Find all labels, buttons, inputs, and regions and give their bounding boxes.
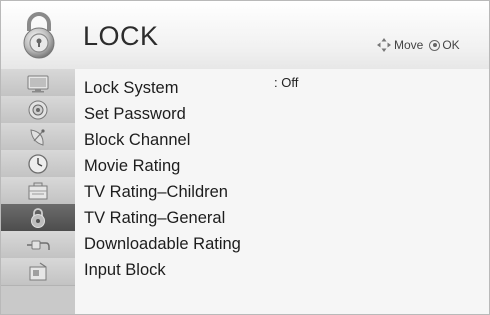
ok-button-icon — [429, 39, 441, 51]
menu-item-label: Lock System — [84, 79, 179, 97]
menu-item-block-channel[interactable]: Block Channel — [84, 131, 190, 155]
usb-media-icon — [29, 262, 47, 280]
sidebar-item-picture[interactable] — [1, 69, 75, 97]
menu-item-movie-rating[interactable]: Movie Rating — [84, 157, 180, 181]
sidebar-item-input[interactable] — [1, 231, 75, 259]
input-plug-icon — [27, 240, 50, 250]
menu-item-lock-system[interactable]: Lock System — [84, 79, 178, 103]
sidebar-item-lock[interactable] — [1, 204, 75, 232]
menu-item-input-block[interactable]: Input Block — [84, 261, 166, 285]
hint-move-label: Move — [394, 38, 424, 52]
navigation-hint: Move OK — [377, 38, 460, 52]
toolbox-option-icon — [28, 182, 48, 199]
sidebar-item-channel[interactable] — [1, 123, 75, 151]
menu-item-tv-rating-children[interactable]: TV Rating–Children — [84, 183, 228, 207]
lock-icon — [23, 12, 55, 59]
sidebar-item-time[interactable] — [1, 150, 75, 178]
sidebar-item-audio[interactable] — [1, 96, 75, 124]
audio-speaker-icon — [28, 100, 48, 119]
menu-item-label: Movie Rating — [84, 157, 181, 175]
dpad-arrows-icon — [377, 38, 391, 52]
menu-content: Lock System : Off Set Password Block Cha… — [75, 69, 489, 314]
page-title: LOCK — [83, 21, 159, 51]
clock-icon — [28, 153, 48, 174]
menu-item-label: Block Channel — [84, 131, 191, 149]
tv-menu-screen: LOCK Move OK Lock System: Off Set Passw… — [0, 0, 490, 315]
menu-item-label: TV Rating–General — [84, 209, 226, 227]
tv-picture-icon — [27, 75, 49, 92]
menu-item-set-password[interactable]: Set Password — [84, 105, 186, 129]
category-sidebar — [1, 69, 75, 314]
menu-item-downloadable-rating[interactable]: Downloadable Rating — [84, 235, 241, 259]
menu-item-label: Downloadable Rating — [84, 235, 241, 253]
hint-ok-label: OK — [442, 38, 460, 52]
sidebar-item-usb[interactable] — [1, 258, 75, 286]
sidebar-item-option[interactable] — [1, 177, 75, 205]
menu-header: LOCK Move OK — [1, 1, 489, 69]
menu-item-tv-rating-general[interactable]: TV Rating–General — [84, 209, 225, 233]
satellite-dish-icon — [30, 128, 45, 146]
lock-system-value: : Off — [274, 75, 299, 90]
menu-item-label: Input Block — [84, 261, 166, 279]
menu-item-label: TV Rating–Children — [84, 183, 228, 201]
lock-icon — [31, 207, 45, 228]
menu-item-label: Set Password — [84, 105, 186, 123]
